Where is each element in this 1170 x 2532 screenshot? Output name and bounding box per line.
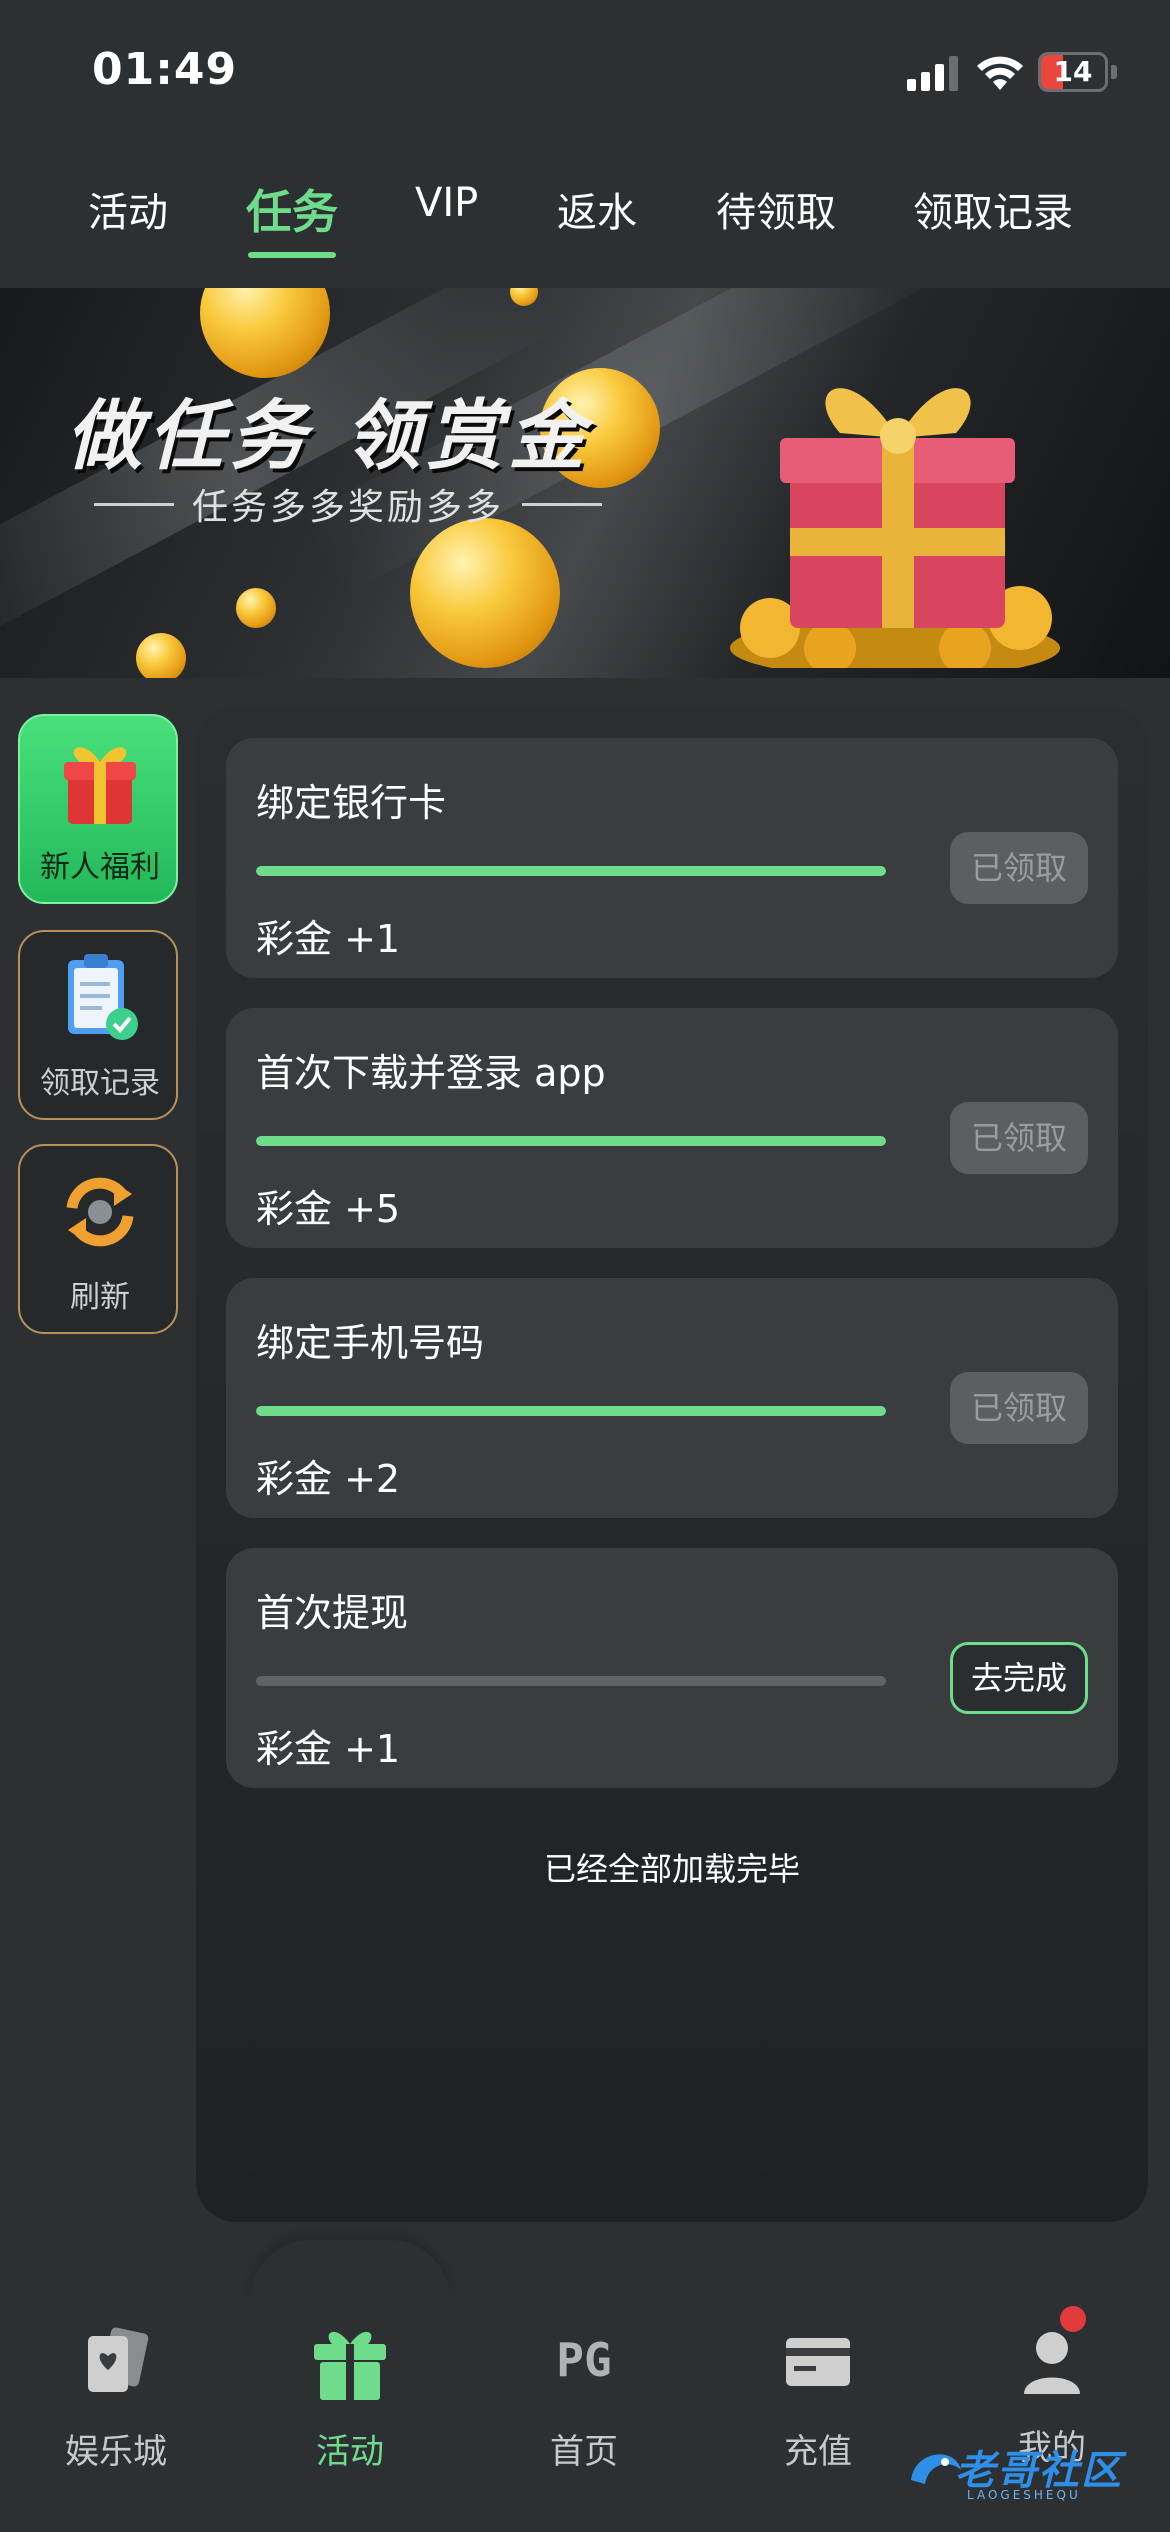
coin-icon: [136, 633, 186, 678]
svg-text:PG: PG: [556, 2333, 611, 2387]
task-reward: 彩金 +1: [256, 1727, 401, 1771]
top-tabs: 活动 任务 VIP 返水 待领取 领取记录: [0, 170, 1170, 288]
watermark-logo: 老哥社区 LAOGESHEQU: [905, 2430, 1155, 2510]
pg-logo-icon: PG: [556, 2333, 611, 2387]
side-refresh-button[interactable]: 刷新: [18, 1144, 178, 1334]
task-card: 绑定银行卡 彩金 +1 已领取: [226, 738, 1118, 978]
card-icon: [786, 2338, 850, 2386]
user-icon: [1024, 2332, 1080, 2394]
coin-icon: [236, 588, 276, 628]
gift-box-icon: [730, 388, 1060, 668]
side-claim-history-button[interactable]: 领取记录: [18, 930, 178, 1120]
task-progress-bar: [256, 1676, 886, 1686]
task-card: 首次提现 彩金 +1 去完成: [226, 1548, 1118, 1788]
gift-icon: [314, 2331, 386, 2400]
task-claimed-button[interactable]: 已领取: [950, 832, 1088, 904]
task-reward: 彩金 +1: [256, 917, 401, 961]
load-complete-text: 已经全部加载完毕: [543, 1850, 800, 1888]
cellular-signal-icon: [907, 56, 958, 91]
task-reward: 彩金 +2: [256, 1457, 401, 1501]
task-claimed-button[interactable]: 已领取: [950, 1102, 1088, 1174]
tab-active-underline: [248, 252, 336, 258]
task-card: 首次下载并登录 app 彩金 +5 已领取: [226, 1008, 1118, 1248]
tab-rebate[interactable]: 返水: [557, 180, 637, 238]
promo-banner[interactable]: 做任务 领赏金 任务多多奖励多多: [0, 288, 1170, 678]
task-title: 绑定手机号码: [256, 1321, 485, 1365]
banner-subtitle: 任务多多奖励多多: [76, 478, 620, 530]
banner-title: 做任务 领赏金: [66, 391, 591, 480]
battery-level: 14: [1053, 55, 1093, 88]
refresh-icon: [66, 1177, 134, 1247]
status-time: 01:49: [92, 44, 238, 95]
task-list-panel: 绑定银行卡 彩金 +1 已领取 首次下载并登录 app 彩金 +5 已领取 绑定…: [196, 706, 1148, 2222]
nav-recharge[interactable]: 充值: [738, 2322, 898, 2473]
task-progress-bar: [256, 1406, 886, 1416]
nav-activity[interactable]: 活动: [270, 2322, 430, 2473]
task-claimed-button[interactable]: 已领取: [950, 1372, 1088, 1444]
coin-icon: [410, 518, 560, 668]
clipboard-icon: [68, 954, 138, 1040]
tab-vip[interactable]: VIP: [415, 180, 478, 226]
task-title: 绑定银行卡: [256, 781, 447, 825]
nav-casino[interactable]: 娱乐城: [36, 2322, 196, 2473]
wifi-icon: [977, 56, 1023, 90]
status-bar: 01:49 14: [0, 0, 1170, 140]
task-title: 首次提现: [256, 1591, 409, 1635]
battery-icon: 14: [1038, 52, 1118, 92]
tab-pending[interactable]: 待领取: [716, 180, 836, 238]
task-title: 首次下载并登录 app: [256, 1051, 606, 1095]
tab-tasks[interactable]: 任务: [246, 176, 338, 242]
cards-icon: [88, 2327, 149, 2392]
notification-badge: [1060, 2306, 1086, 2332]
nav-home[interactable]: PG 首页: [504, 2322, 664, 2473]
task-progress-bar: [256, 1136, 886, 1146]
tab-activity[interactable]: 活动: [88, 180, 168, 238]
tab-claim-history[interactable]: 领取记录: [913, 180, 1073, 238]
side-newcomer-bonus-button[interactable]: 新人福利: [18, 714, 178, 904]
task-reward: 彩金 +5: [256, 1187, 401, 1231]
task-go-complete-button[interactable]: 去完成: [950, 1642, 1088, 1714]
task-card: 绑定手机号码 彩金 +2 已领取: [226, 1278, 1118, 1518]
task-progress-bar: [256, 866, 886, 876]
gift-icon: [64, 747, 136, 824]
